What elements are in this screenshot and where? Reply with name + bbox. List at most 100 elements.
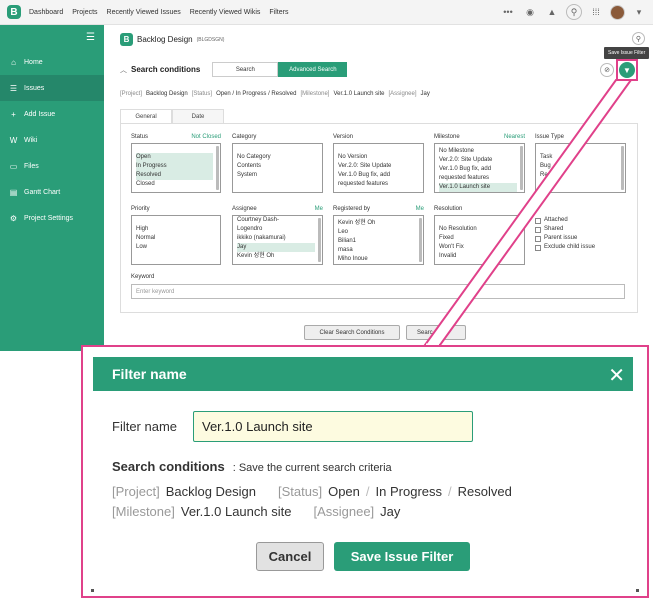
not-closed-link[interactable]: Not Closed (191, 134, 221, 140)
list-item[interactable]: High (136, 225, 213, 234)
list-item[interactable]: Resolved (136, 171, 213, 180)
list-item[interactable]: Bilian1 (338, 237, 416, 246)
link-icon[interactable]: ⊘ (600, 63, 614, 77)
project-search-icon[interactable]: ⚲ (632, 32, 645, 45)
list-item[interactable]: Ver.2.0: Site Update (338, 162, 416, 171)
close-icon[interactable]: ✕ (608, 363, 625, 388)
milestone-list[interactable]: No Milestone Ver.2.0: Site Update Ver.1.… (434, 143, 525, 193)
highlight-box (616, 59, 638, 81)
nav-dashboard[interactable]: Dashboard (29, 9, 63, 16)
list-item[interactable]: Task (540, 153, 618, 162)
version-list[interactable]: No Version Ver.2.0: Site Update Ver.1.0 … (333, 143, 424, 193)
list-item[interactable]: No Resolution (439, 225, 517, 234)
list-item[interactable]: Ver.1.0 Bug fix, add (338, 171, 416, 180)
list-item[interactable]: Ver.1.0 Launch site (439, 183, 517, 192)
assignee-list[interactable]: Courtney Dash- Logendro ikkiko (nakamura… (232, 215, 323, 265)
keyword-input[interactable]: Enter keyword (131, 284, 625, 299)
list-item[interactable]: Courtney Dash- (237, 216, 315, 225)
sidebar-item-wiki[interactable]: W Wiki (0, 127, 104, 153)
attached-checkbox[interactable]: Attached (535, 216, 626, 225)
list-item[interactable]: Jay (237, 243, 315, 252)
list-item[interactable]: Re (540, 171, 618, 180)
list-item[interactable]: requested features (338, 180, 416, 189)
sidebar-item-add-issue[interactable]: + Add Issue (0, 101, 104, 127)
backlog-logo[interactable]: B (7, 5, 21, 19)
list-item[interactable]: Closed (136, 180, 213, 189)
sidebar-item-label: Project Settings (24, 214, 74, 222)
assignee-me-link[interactable]: Me (315, 206, 323, 212)
sidebar-item-issues[interactable]: ☰ Issues (0, 75, 104, 101)
list-item[interactable]: ikkiko (nakamurai) (237, 234, 315, 243)
list-item[interactable]: No Category (237, 153, 315, 162)
list-item[interactable]: Leo (338, 228, 416, 237)
advanced-search-tab[interactable]: Advanced Search (278, 62, 348, 77)
list-item[interactable]: Miho Inoue (338, 255, 416, 264)
cancel-button[interactable]: Cancel (256, 542, 324, 571)
filter-name-input[interactable]: Ver.1.0 Launch site (193, 411, 473, 442)
gear-icon: ⚙ (9, 213, 18, 223)
list-item[interactable]: Ver.2.0: Site Update (439, 156, 517, 165)
list-item[interactable]: Ver.1.0 Bug fix, add (439, 165, 517, 174)
nav-filters[interactable]: Filters (269, 9, 288, 16)
category-list[interactable]: No Category Contents System (232, 143, 323, 193)
bell-icon[interactable]: ▲ (544, 4, 560, 20)
tab-date[interactable]: Date (172, 109, 224, 124)
list-item[interactable]: Kevin 성현 Oh (338, 219, 416, 228)
search-icon[interactable]: ⚲ (566, 4, 582, 20)
chevron-down-icon[interactable]: ▾ (631, 4, 647, 20)
search-conditions-title[interactable]: Search conditions (131, 65, 200, 74)
nav-recent-issues[interactable]: Recently Viewed Issues (107, 9, 181, 16)
sidebar-toggle-icon[interactable]: ☰ (86, 32, 95, 43)
chevron-up-icon[interactable]: ︿ (120, 65, 127, 75)
apps-grid-icon[interactable]: ⁞⁞⁞ (588, 4, 604, 20)
list-item[interactable]: requested features (439, 174, 517, 183)
list-item[interactable]: System (237, 171, 315, 180)
list-item[interactable]: In Progress (136, 162, 213, 171)
parent-issue-checkbox[interactable]: Parent issue (535, 234, 626, 243)
registered-by-list[interactable]: Kevin 성현 Oh Leo Bilian1 masa Miho Inoue (333, 215, 424, 265)
list-item[interactable]: Invalid (439, 252, 517, 261)
registered-me-link[interactable]: Me (416, 206, 424, 212)
list-item[interactable]: Kevin 성현 Oh (237, 252, 315, 261)
list-item[interactable]: masa (338, 246, 416, 255)
sidebar-item-files[interactable]: ▭ Files (0, 153, 104, 179)
milestone-filter: Milestone Nearest No Milestone Ver.2.0: S… (434, 134, 525, 193)
nav-recent-wikis[interactable]: Recently Viewed Wikis (190, 9, 261, 16)
list-item[interactable]: Won't Fix (439, 243, 517, 252)
search-button[interactable]: Searc (406, 325, 466, 340)
list-item[interactable]: No Version (338, 153, 416, 162)
priority-list[interactable]: High Normal Low (131, 215, 221, 265)
list-item[interactable]: No Milestone (439, 147, 517, 156)
list-item[interactable]: Open (136, 153, 213, 162)
scrollbar[interactable] (318, 218, 321, 262)
shared-checkbox[interactable]: Shared (535, 225, 626, 234)
status-list[interactable]: Open In Progress Resolved Closed (131, 143, 221, 193)
tab-general[interactable]: General (120, 109, 172, 124)
dialog-title: Filter name (112, 366, 187, 382)
nav-projects[interactable]: Projects (72, 9, 97, 16)
scrollbar[interactable] (520, 146, 523, 190)
scrollbar[interactable] (621, 146, 624, 190)
list-item[interactable]: Logendro (237, 225, 315, 234)
more-icon[interactable]: ••• (500, 4, 516, 20)
sidebar-item-settings[interactable]: ⚙ Project Settings (0, 205, 104, 231)
list-item[interactable]: Fixed (439, 234, 517, 243)
list-item[interactable]: Bug (540, 162, 618, 171)
scrollbar[interactable] (419, 218, 422, 262)
sidebar-item-home[interactable]: ⌂ Home (0, 49, 104, 75)
issue-type-list[interactable]: Task Bug Re (535, 143, 626, 193)
list-item[interactable]: Low (136, 243, 213, 252)
clear-conditions-button[interactable]: Clear Search Conditions (304, 325, 400, 340)
nearest-link[interactable]: Nearest (504, 134, 525, 140)
project-name[interactable]: Backlog Design (137, 35, 193, 44)
simple-search-tab[interactable]: Search (212, 62, 279, 77)
list-item[interactable]: Normal (136, 234, 213, 243)
sidebar-item-gantt[interactable]: ▤ Gantt Chart (0, 179, 104, 205)
avatar[interactable] (610, 4, 625, 20)
eye-icon[interactable]: ◉ (522, 4, 538, 20)
list-item[interactable]: Contents (237, 162, 315, 171)
scrollbar[interactable] (216, 146, 219, 190)
resolution-list[interactable]: No Resolution Fixed Won't Fix Invalid (434, 215, 525, 265)
save-issue-filter-button[interactable]: Save Issue Filter (334, 542, 470, 571)
exclude-child-checkbox[interactable]: Exclude child issue (535, 243, 626, 252)
